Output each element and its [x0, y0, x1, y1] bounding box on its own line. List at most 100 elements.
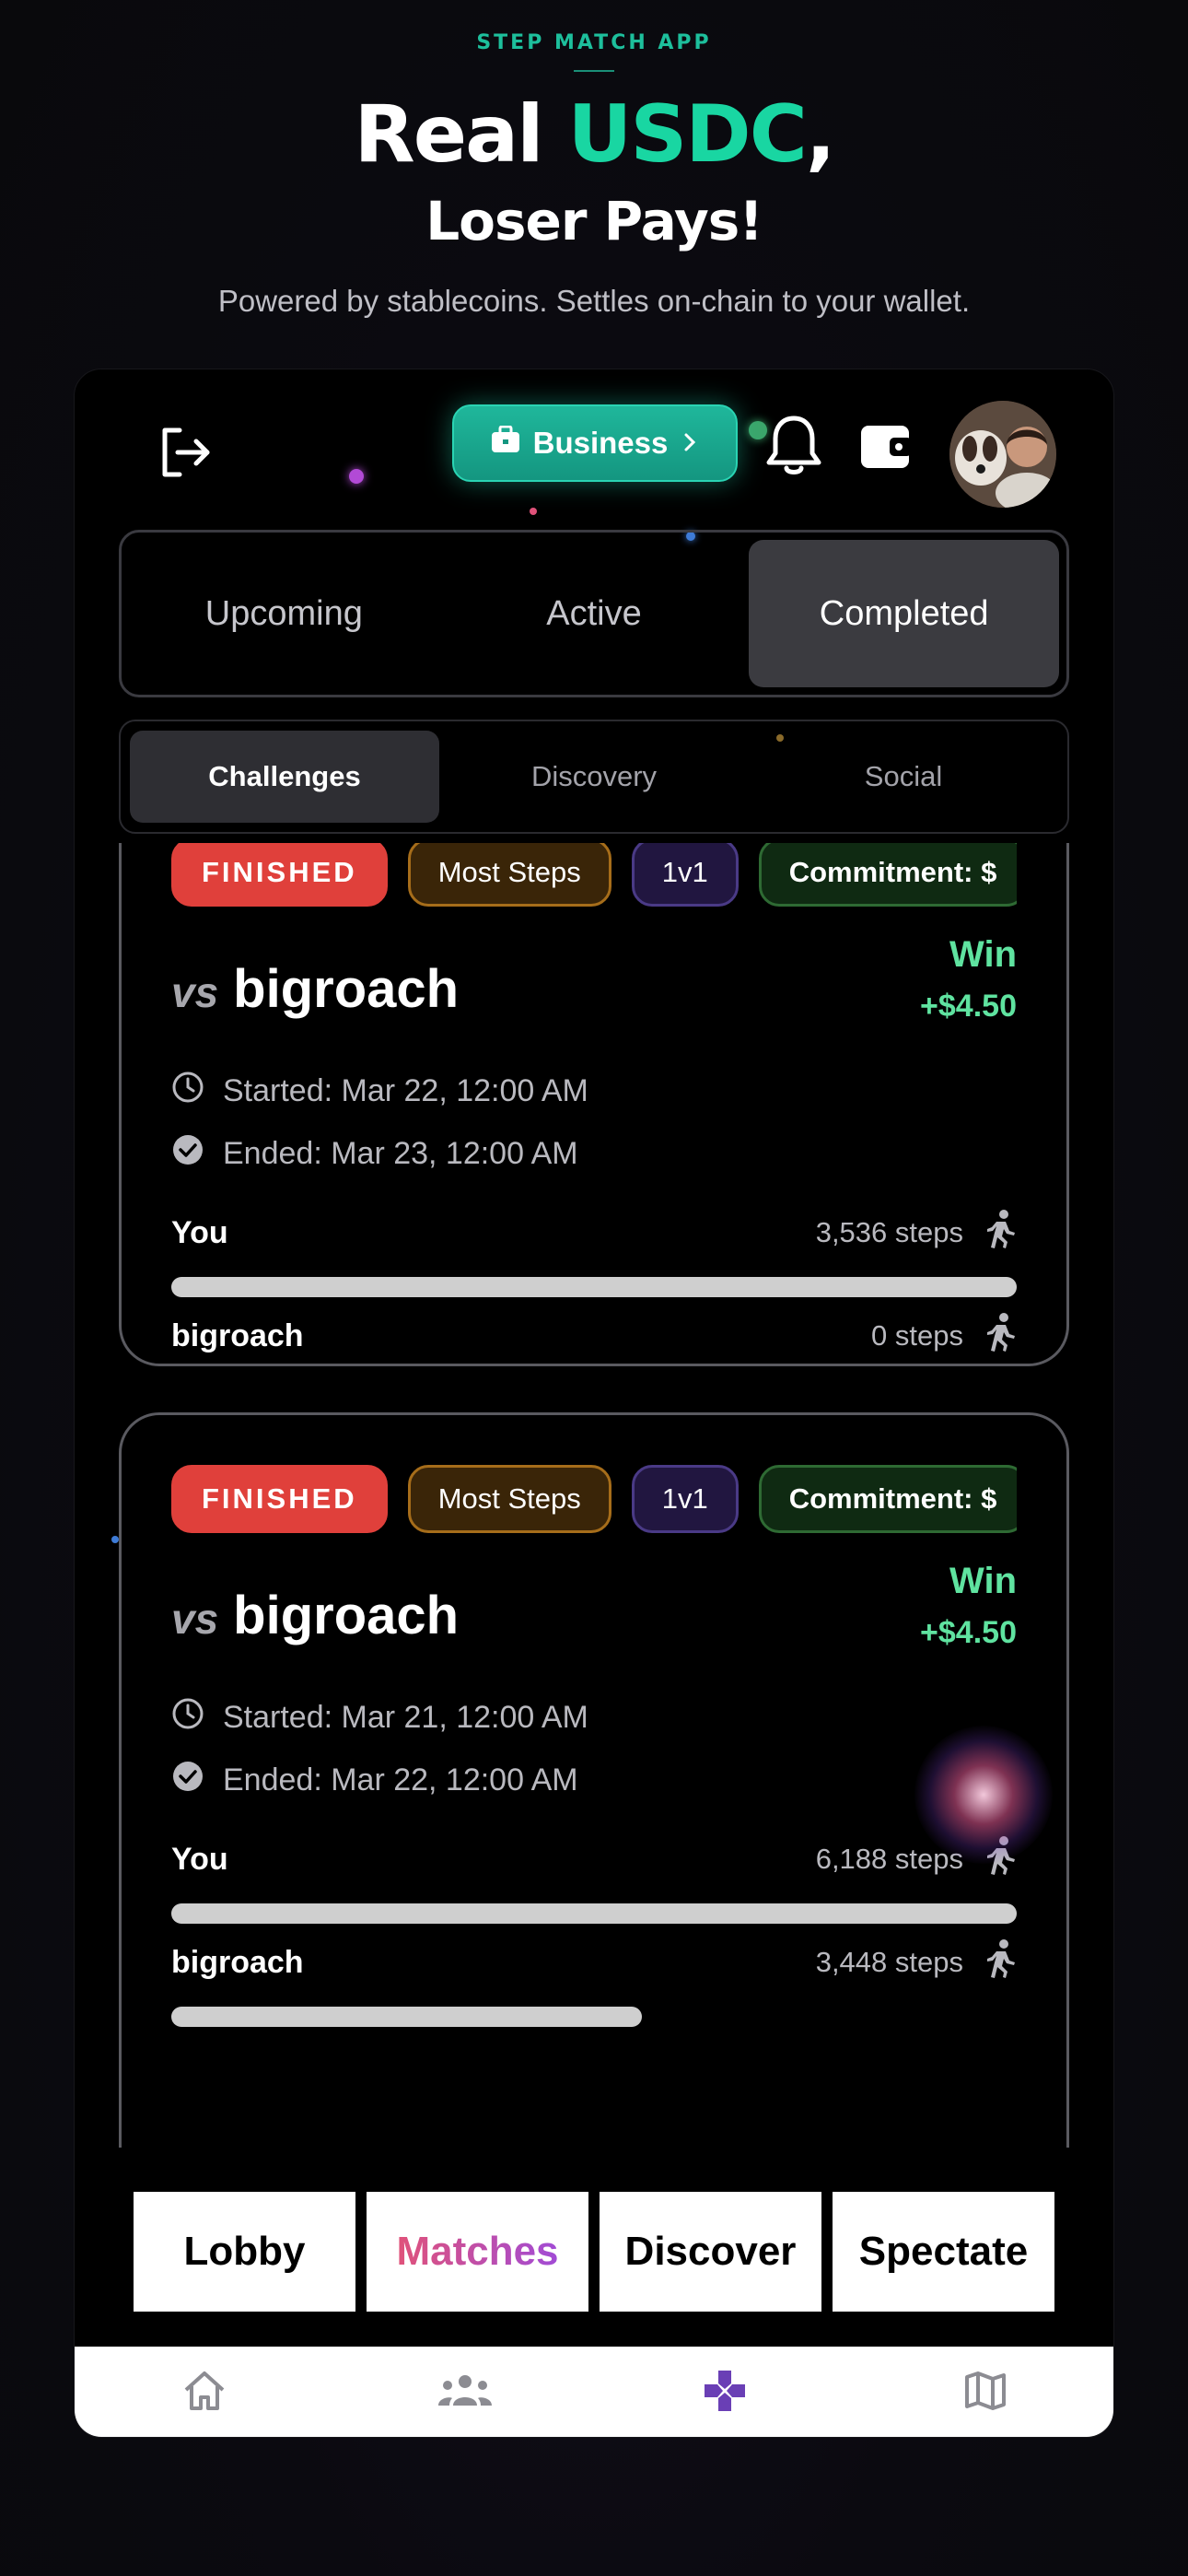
particle: [530, 508, 537, 515]
section-switcher: Lobby Matches Discover Spectate: [134, 2192, 1054, 2312]
walking-icon: [984, 1209, 1017, 1257]
start-date-text: Started: Mar 21, 12:00 AM: [223, 1700, 588, 1735]
walking-icon: [984, 1938, 1017, 1986]
player-steps: 3,448 steps: [815, 1946, 963, 1978]
progress-fill: [171, 1903, 1017, 1924]
challenge-chips: FINISHED Most Steps 1v1 Commitment: $: [171, 1465, 1017, 1533]
nav-home[interactable]: [75, 2347, 335, 2437]
opponent-line: vs bigroach: [171, 958, 459, 1020]
commitment-badge: Commitment: $: [758, 1465, 1017, 1533]
people-icon: [437, 2372, 494, 2414]
headline-accent: USDC: [567, 88, 808, 181]
tab-upcoming[interactable]: Upcoming: [129, 540, 439, 687]
spectate-button[interactable]: Spectate: [833, 2192, 1054, 2312]
matches-label: Matches: [396, 2229, 559, 2274]
challenge-chips: FINISHED Most Steps 1v1 Commitment: $: [171, 843, 1017, 907]
spectate-label: Spectate: [858, 2229, 1029, 2274]
gamepad-icon: [701, 2367, 749, 2419]
user-avatar[interactable]: [949, 401, 1056, 508]
clock-icon: [171, 1697, 204, 1739]
tab-social[interactable]: Social: [749, 731, 1058, 823]
glow-orb: [914, 1726, 1053, 1864]
lobby-label: Lobby: [183, 2229, 306, 2274]
business-button[interactable]: Business: [452, 404, 738, 482]
app-screen: Business Upcoming Active Completed Chall…: [74, 369, 1114, 2438]
result-block: Win +$4.50: [920, 934, 1017, 1025]
chevron-right-icon: [681, 426, 699, 461]
logout-icon[interactable]: [150, 417, 220, 487]
vs-label: vs: [171, 968, 219, 1016]
tab-challenges[interactable]: Challenges: [130, 731, 439, 823]
progress-fill: [171, 1277, 1017, 1297]
particle: [349, 469, 364, 484]
nav-map[interactable]: [856, 2347, 1114, 2437]
player-row-you: You 3,536 steps: [171, 1209, 1017, 1257]
bell-icon[interactable]: [758, 410, 830, 482]
player-name: You: [171, 1214, 228, 1250]
end-date-text: Ended: Mar 23, 12:00 AM: [223, 1136, 578, 1171]
result-label: Win: [949, 934, 1017, 975]
category-tabs: Challenges Discovery Social: [119, 720, 1069, 834]
challenge-list[interactable]: FINISHED Most Steps 1v1 Commitment: $ vs…: [75, 843, 1113, 2148]
player-row-opponent: bigroach 3,448 steps: [171, 1938, 1017, 1986]
vs-label: vs: [171, 1595, 219, 1643]
clock-icon: [171, 1071, 204, 1112]
discover-label: Discover: [624, 2229, 797, 2274]
check-circle-icon: [171, 1760, 204, 1801]
player-name: bigroach: [171, 1944, 304, 1980]
map-icon: [963, 2370, 1007, 2417]
challenge-card[interactable]: FINISHED Most Steps 1v1 Commitment: $ vs…: [119, 843, 1069, 1366]
start-date-text: Started: Mar 22, 12:00 AM: [223, 1073, 588, 1108]
nav-games[interactable]: [595, 2347, 856, 2437]
end-date-text: Ended: Mar 22, 12:00 AM: [223, 1762, 578, 1797]
opponent-name: bigroach: [233, 1586, 460, 1645]
payout-amount: +$4.50: [920, 1615, 1017, 1650]
player-row-you: You 6,188 steps: [171, 1835, 1017, 1883]
mode-badge: Most Steps: [407, 1465, 611, 1533]
kicker-divider: [574, 70, 614, 72]
mode-badge: Most Steps: [407, 843, 611, 907]
nav-community[interactable]: [335, 2347, 596, 2437]
progress-bar-you: [171, 1903, 1017, 1924]
end-date: Ended: Mar 23, 12:00 AM: [171, 1133, 578, 1175]
progress-bar-opponent: [171, 2007, 1017, 2027]
format-badge: 1v1: [631, 843, 739, 907]
end-date: Ended: Mar 22, 12:00 AM: [171, 1760, 578, 1801]
headline: Real USDC,: [0, 88, 1188, 181]
walking-icon: [984, 1312, 1017, 1360]
format-badge: 1v1: [631, 1465, 739, 1533]
status-badge: FINISHED: [171, 1465, 388, 1533]
start-date: Started: Mar 21, 12:00 AM: [171, 1697, 588, 1739]
headline-part2: ,: [805, 88, 836, 181]
commitment-badge: Commitment: $: [758, 843, 1017, 907]
progress-fill: [171, 2007, 643, 2027]
opponent-name: bigroach: [233, 959, 460, 1019]
headline-part1: Real: [354, 88, 568, 181]
start-date: Started: Mar 22, 12:00 AM: [171, 1071, 588, 1112]
result-block: Win +$4.50: [920, 1561, 1017, 1651]
progress-bar-you: [171, 1277, 1017, 1297]
discover-button[interactable]: Discover: [600, 2192, 821, 2312]
check-circle-icon: [171, 1133, 204, 1175]
status-tabs: Upcoming Active Completed: [119, 530, 1069, 697]
player-steps: 3,536 steps: [815, 1216, 963, 1248]
opponent-line: vs bigroach: [171, 1585, 459, 1646]
tab-completed[interactable]: Completed: [749, 540, 1060, 687]
lobby-button[interactable]: Lobby: [134, 2192, 355, 2312]
headline-line2: Loser Pays!: [425, 190, 763, 252]
tab-discovery[interactable]: Discovery: [439, 731, 749, 823]
player-name: bigroach: [171, 1317, 304, 1353]
tab-active[interactable]: Active: [439, 540, 750, 687]
payout-amount: +$4.50: [920, 989, 1017, 1024]
player-row-opponent: bigroach 0 steps: [171, 1312, 1017, 1360]
app-kicker: STEP MATCH APP: [476, 31, 712, 54]
briefcase-icon: [491, 425, 520, 461]
player-name: You: [171, 1841, 228, 1877]
status-badge: FINISHED: [171, 843, 388, 907]
matches-button[interactable]: Matches: [367, 2192, 588, 2312]
bottom-nav: [75, 2347, 1114, 2437]
subheadline: Powered by stablecoins. Settles on-chain…: [217, 284, 971, 318]
wallet-icon[interactable]: [852, 412, 920, 480]
business-label: Business: [532, 426, 669, 460]
player-steps: 0 steps: [871, 1319, 963, 1352]
